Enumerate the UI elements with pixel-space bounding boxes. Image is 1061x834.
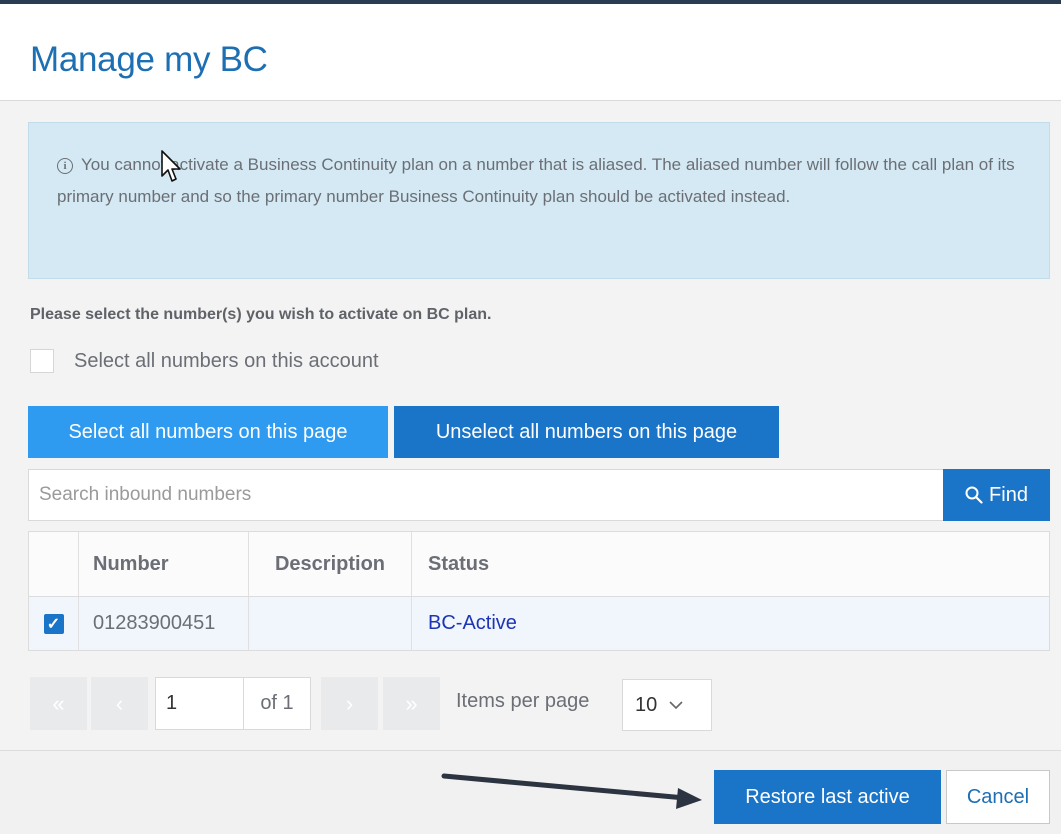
row-checkbox-checked[interactable]: ✓ [43, 613, 64, 634]
search-input[interactable] [29, 470, 944, 520]
status-link[interactable]: BC-Active [428, 612, 517, 635]
chevron-right-icon: › [345, 690, 354, 716]
last-page-button[interactable]: » [383, 677, 440, 730]
cancel-button[interactable]: Cancel [946, 770, 1050, 824]
column-header-select [29, 532, 79, 596]
mouse-pointer-icon [161, 150, 181, 182]
double-chevron-left-icon: « [52, 690, 65, 716]
search-icon [965, 486, 983, 504]
column-header-status[interactable]: Status [412, 532, 1049, 596]
info-text: You cannot activate a Business Continuit… [57, 155, 1015, 206]
page-of-label: of 1 [243, 677, 311, 730]
dialog-title: Manage my BC [30, 40, 268, 79]
items-per-page-label: Items per page [456, 690, 590, 712]
annotation-arrow-icon [441, 773, 702, 809]
double-chevron-right-icon: » [405, 690, 418, 716]
items-per-page-value: 10 [635, 693, 658, 716]
restore-last-active-button[interactable]: Restore last active [714, 770, 941, 824]
column-header-description[interactable]: Description [249, 532, 412, 596]
next-page-button[interactable]: › [321, 677, 378, 730]
select-page-button[interactable]: Select all numbers on this page [28, 406, 388, 458]
select-all-account-checkbox[interactable] [30, 349, 54, 373]
table-row[interactable]: ✓ 01283900451 BC-Active [29, 597, 1049, 650]
status-cell: BC-Active [412, 597, 1049, 650]
find-label: Find [989, 483, 1028, 506]
row-select-cell[interactable]: ✓ [29, 597, 79, 650]
find-button[interactable]: Find [943, 469, 1050, 521]
dialog-header: Manage my BC [0, 4, 1061, 101]
unselect-page-button[interactable]: Unselect all numbers on this page [394, 406, 779, 458]
first-page-button[interactable]: « [30, 677, 87, 730]
previous-page-button[interactable]: ‹ [91, 677, 148, 730]
numbers-table: Number Description Status ✓ 01283900451 … [28, 531, 1050, 651]
select-all-account-row[interactable]: Select all numbers on this account [30, 348, 379, 374]
info-circle-icon: i [57, 158, 73, 174]
table-header-row: Number Description Status [29, 532, 1049, 597]
page-number-input[interactable] [155, 677, 244, 730]
search-bar: Find [28, 469, 1050, 521]
column-header-number[interactable]: Number [79, 532, 249, 596]
info-alert: i You cannot activate a Business Continui… [28, 122, 1050, 279]
select-all-account-label[interactable]: Select all numbers on this account [74, 350, 379, 373]
items-per-page-select[interactable]: 10 [622, 679, 712, 731]
selection-prompt: Please select the number(s) you wish to … [30, 306, 492, 323]
number-cell: 01283900451 [79, 597, 249, 650]
description-cell [249, 597, 412, 650]
chevron-down-icon [669, 701, 683, 710]
chevron-left-icon: ‹ [115, 690, 124, 716]
